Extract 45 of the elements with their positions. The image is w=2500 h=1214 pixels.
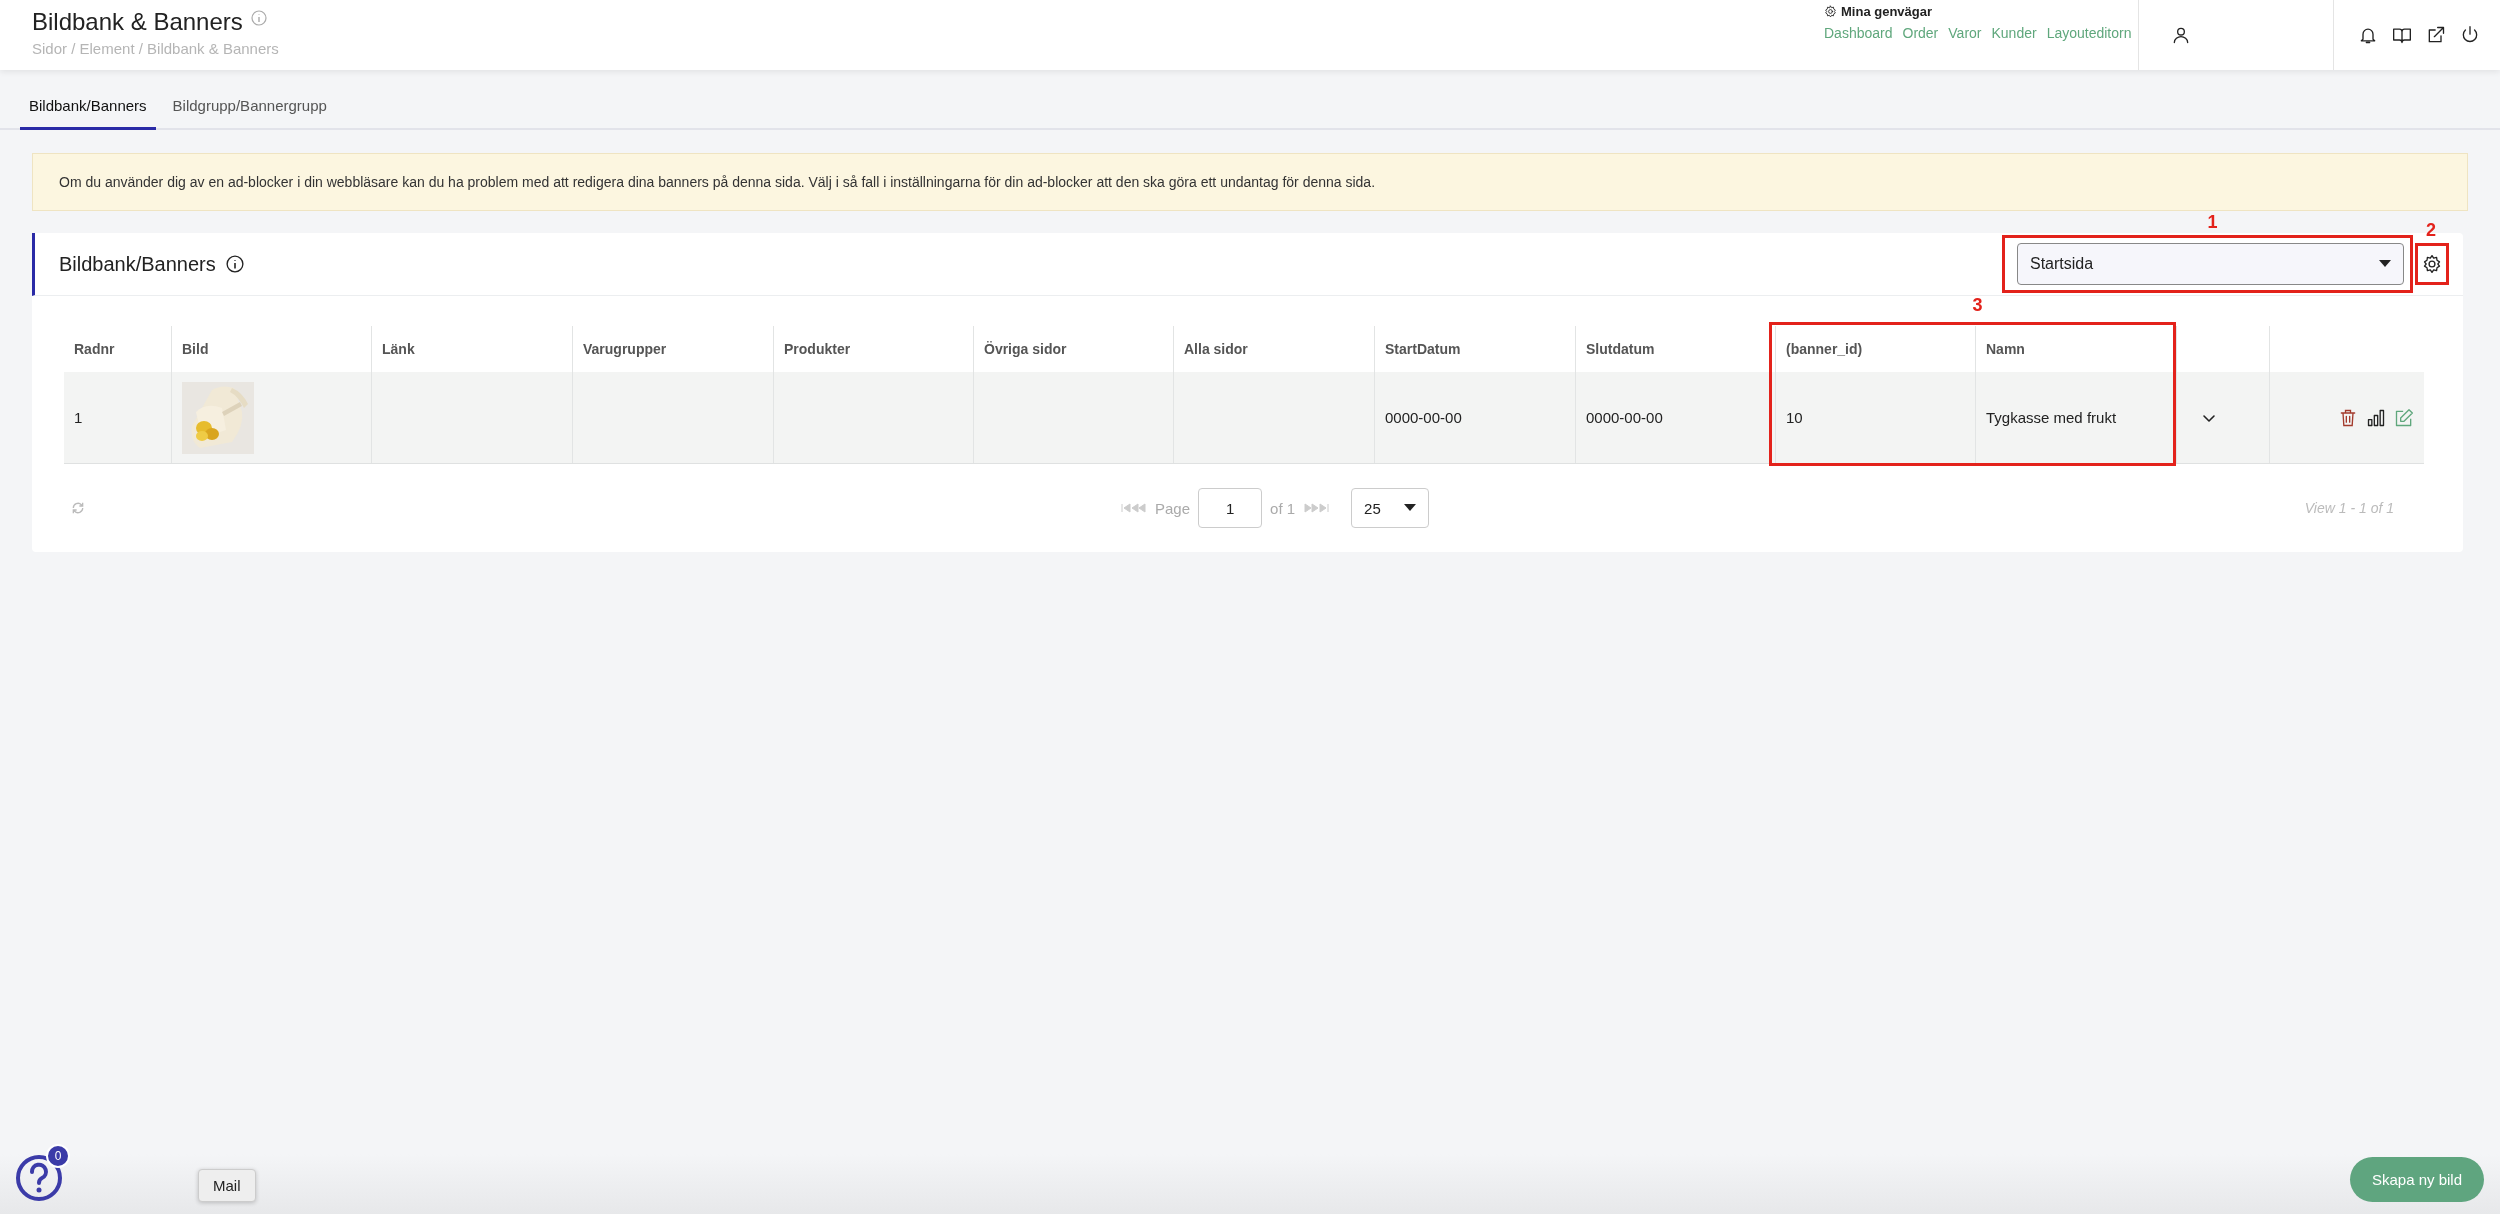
column-header[interactable]: Produkter [784, 341, 851, 357]
table-cell: 1 [74, 409, 83, 426]
table-cell: 10 [1786, 409, 1803, 426]
page-label: Page [1155, 499, 1191, 517]
external-link-icon[interactable] [2426, 25, 2446, 45]
annotation-number: 3 [1972, 295, 1983, 316]
column-header[interactable]: Alla sidor [1184, 341, 1248, 357]
table-cell: Tygkasse med frukt [1986, 409, 2117, 426]
column-header[interactable]: Namn [1986, 341, 2025, 357]
page-select[interactable]: Startsida [2017, 243, 2404, 285]
page-input[interactable]: 1 [1198, 488, 1263, 528]
column-header[interactable]: Övriga sidor [984, 341, 1067, 357]
table-cell: 0000-00-00 [1586, 409, 1663, 426]
column-header[interactable]: Bild [182, 341, 209, 357]
column-header[interactable]: Länk [382, 341, 415, 357]
shortcuts-title: Mina genvägar [1841, 4, 1933, 19]
settings-icon[interactable] [2422, 254, 2442, 274]
annotation-number: 1 [2207, 212, 2218, 233]
tab[interactable]: Bildbank/Banners [20, 83, 156, 130]
column-header[interactable]: Varugrupper [583, 341, 667, 357]
annotation-number: 2 [2426, 220, 2436, 241]
page-title: Bildbank & Banners [32, 8, 243, 36]
trash-icon[interactable] [2338, 407, 2358, 428]
table-cell: 0000-00-00 [1385, 409, 1462, 426]
card-title: Bildbank/Banners [59, 252, 216, 276]
column-header[interactable]: StartDatum [1385, 341, 1461, 357]
page-size-select[interactable]: 25 [1351, 488, 1430, 528]
column-header[interactable]: Radnr [74, 341, 115, 357]
tab[interactable]: Bildgrupp/Bannergrupp [163, 83, 336, 130]
caret-icon [2379, 260, 2391, 268]
column-header[interactable]: (banner_id) [1786, 341, 1863, 357]
tooltip: Mail [198, 1169, 256, 1202]
power-icon[interactable] [2460, 25, 2480, 45]
info-icon[interactable] [225, 255, 244, 273]
page-count: of 1 [1270, 499, 1296, 517]
notification-badge: 0 [46, 1144, 70, 1168]
user-icon[interactable] [2171, 25, 2191, 45]
adblock-notice: Om du använder dig av en ad-blocker i din webbläsare kan du ha problem med att redigera dina banners på denna sida. Välj i så fall i inställningarna för din ad-blocker att den ska göra ett undantag för denna sida. [32, 153, 2468, 211]
breadcrumb: Sidor / Element / Bildbank & Banners [32, 40, 280, 57]
bar-chart-icon[interactable] [2366, 407, 2386, 428]
gear-icon [1824, 5, 1837, 18]
caret-icon [1404, 504, 1417, 512]
column-header[interactable]: Slutdatum [1586, 341, 1655, 357]
edit-icon[interactable] [2394, 407, 2414, 428]
records-info: View 1 - 1 of 1 [2304, 500, 2394, 516]
